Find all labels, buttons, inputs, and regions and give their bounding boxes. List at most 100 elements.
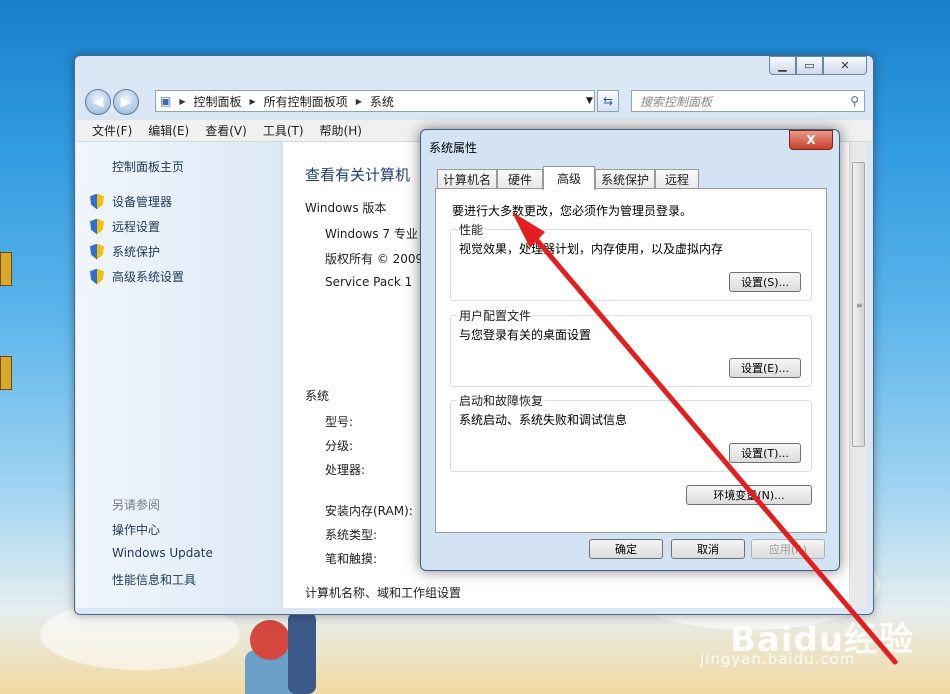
desktop-folder-icon[interactable] bbox=[0, 356, 12, 390]
wallpaper-figure-head bbox=[250, 620, 290, 660]
user-profiles-settings-button[interactable]: 设置(E)... bbox=[729, 358, 801, 378]
refresh-icon: ⇆ bbox=[602, 94, 614, 108]
forward-arrow-icon: ▶ bbox=[120, 94, 132, 110]
tab-computer-name[interactable]: 计算机名 bbox=[437, 169, 497, 189]
breadcrumb-separator-icon: ▶ bbox=[179, 96, 186, 106]
maximize-button[interactable]: ▭ bbox=[796, 56, 823, 75]
maximize-icon: ▭ bbox=[804, 59, 815, 72]
button-label: 设置(E)... bbox=[740, 362, 790, 375]
menu-file[interactable]: 文件(F) bbox=[92, 122, 132, 139]
desktop-folder-icon[interactable] bbox=[0, 252, 12, 286]
see-also-performance-info[interactable]: 性能信息和工具 bbox=[112, 571, 196, 588]
breadcrumb-item[interactable]: 系统 bbox=[370, 93, 394, 110]
system-properties-dialog: 系统属性 X 计算机名 硬件 高级 系统保护 远程 要进行大多数更改，您必须作为… bbox=[420, 129, 840, 571]
processor-label: 处理器: bbox=[325, 463, 366, 477]
task-system-protection[interactable]: 系统保护 bbox=[90, 243, 160, 260]
copyright-value: 版权所有 © 2009 bbox=[325, 252, 424, 266]
startup-recovery-settings-button[interactable]: 设置(T)... bbox=[729, 443, 801, 463]
service-pack-value: Service Pack 1 bbox=[325, 275, 413, 289]
navigation-bar: ◀ ▶ ▣ ▶ 控制面板 ▶ 所有控制面板项 ▶ 系统 ▼ ⇆ 搜索控制面板 ⚲ bbox=[83, 88, 865, 115]
control-panel-icon: ▣ bbox=[160, 94, 172, 108]
close-icon: ✕ bbox=[840, 59, 850, 72]
task-label: 系统保护 bbox=[112, 245, 161, 259]
watermark-url: jingyan.baidu.com bbox=[700, 650, 856, 668]
uac-shield-icon bbox=[90, 268, 104, 285]
performance-settings-button[interactable]: 设置(S)... bbox=[729, 272, 801, 292]
tab-advanced[interactable]: 高级 bbox=[543, 166, 595, 190]
scrollbar-thumb[interactable]: ≡ bbox=[852, 162, 865, 447]
minimize-button[interactable]: ▁ bbox=[769, 56, 796, 75]
window-caption-buttons: ▁ ▭ ✕ bbox=[769, 56, 867, 75]
button-label: 设置(S)... bbox=[740, 276, 790, 289]
see-also-windows-update[interactable]: Windows Update bbox=[112, 546, 213, 560]
edition-value: Windows 7 专业 bbox=[325, 227, 418, 241]
search-icon[interactable]: ⚲ bbox=[850, 94, 859, 108]
admin-note: 要进行大多数更改，您必须作为管理员登录。 bbox=[452, 204, 693, 218]
see-also-header: 另请参阅 bbox=[112, 498, 161, 512]
tab-hardware[interactable]: 硬件 bbox=[497, 169, 543, 189]
breadcrumb-item[interactable]: 所有控制面板项 bbox=[264, 93, 348, 110]
group-label: 性能 bbox=[457, 221, 486, 238]
tab-label: 高级 bbox=[556, 172, 581, 186]
button-label: 环境变量(N)... bbox=[713, 489, 785, 502]
control-panel-home-link[interactable]: 控制面板主页 bbox=[112, 158, 184, 175]
scroll-grip-icon: ≡ bbox=[856, 301, 863, 310]
breadcrumb-separator-icon: ▶ bbox=[249, 96, 256, 106]
address-bar[interactable]: ▣ ▶ 控制面板 ▶ 所有控制面板项 ▶ 系统 ▼ bbox=[155, 90, 595, 112]
group-description: 系统启动、系统失败和调试信息 bbox=[459, 413, 628, 427]
left-task-pane: 控制面板主页 设备管理器 远程设置 系统保护 高级系统设置 另请参阅 操作中心 … bbox=[76, 142, 282, 608]
button-label: 确定 bbox=[615, 543, 637, 556]
button-label: 设置(T)... bbox=[741, 447, 789, 460]
environment-variables-button[interactable]: 环境变量(N)... bbox=[686, 485, 812, 505]
uac-shield-icon bbox=[90, 193, 104, 210]
uac-shield-icon bbox=[90, 243, 104, 260]
button-label: 取消 bbox=[697, 543, 719, 556]
group-label: 用户配置文件 bbox=[457, 307, 534, 324]
task-advanced-system-settings[interactable]: 高级系统设置 bbox=[90, 268, 184, 285]
menu-view[interactable]: 查看(V) bbox=[205, 122, 247, 139]
page-title: 查看有关计算机 bbox=[305, 166, 411, 184]
see-also-action-center[interactable]: 操作中心 bbox=[112, 521, 160, 538]
dialog-close-button[interactable]: X bbox=[789, 130, 833, 150]
group-label: 启动和故障恢复 bbox=[457, 392, 546, 409]
search-input[interactable]: 搜索控制面板 ⚲ bbox=[631, 90, 865, 112]
system-header: 系统 bbox=[305, 389, 330, 403]
wallpaper-figure bbox=[288, 612, 316, 694]
button-label: 应用(A) bbox=[768, 543, 808, 556]
task-label: 远程设置 bbox=[112, 220, 161, 234]
edition-header: Windows 版本 bbox=[305, 201, 387, 215]
tab-label: 硬件 bbox=[507, 173, 532, 187]
task-device-manager[interactable]: 设备管理器 bbox=[90, 193, 172, 210]
performance-group: 性能 视觉效果，处理器计划，内存使用，以及虚拟内存 设置(S)... bbox=[450, 221, 812, 301]
advanced-tab-panel: 要进行大多数更改，您必须作为管理员登录。 性能 视觉效果，处理器计划，内存使用，… bbox=[435, 188, 827, 533]
breadcrumb-item[interactable]: 控制面板 bbox=[194, 93, 242, 110]
cancel-button[interactable]: 取消 bbox=[671, 539, 745, 559]
model-label: 型号: bbox=[325, 415, 354, 429]
menu-tools[interactable]: 工具(T) bbox=[263, 122, 304, 139]
tab-system-protection[interactable]: 系统保护 bbox=[595, 169, 655, 189]
ram-label: 安装内存(RAM): bbox=[325, 504, 413, 518]
task-remote-settings[interactable]: 远程设置 bbox=[90, 218, 160, 235]
apply-button[interactable]: 应用(A) bbox=[751, 539, 825, 559]
tab-remote[interactable]: 远程 bbox=[655, 169, 699, 189]
rating-label: 分级: bbox=[325, 439, 354, 453]
forward-button[interactable]: ▶ bbox=[113, 89, 139, 115]
close-button[interactable]: ✕ bbox=[823, 56, 867, 75]
tab-label: 计算机名 bbox=[442, 173, 491, 187]
refresh-button[interactable]: ⇆ bbox=[597, 90, 619, 112]
menu-help[interactable]: 帮助(H) bbox=[320, 122, 362, 139]
group-description: 视觉效果，处理器计划，内存使用，以及虚拟内存 bbox=[459, 242, 724, 256]
menu-edit[interactable]: 编辑(E) bbox=[148, 122, 189, 139]
pen-touch-label: 笔和触摸: bbox=[325, 552, 378, 566]
dialog-title: 系统属性 bbox=[429, 141, 478, 155]
task-label: 设备管理器 bbox=[112, 195, 173, 209]
task-label: 高级系统设置 bbox=[112, 270, 185, 284]
tab-label: 系统保护 bbox=[600, 173, 649, 187]
back-button[interactable]: ◀ bbox=[85, 89, 111, 115]
uac-shield-icon bbox=[90, 218, 104, 235]
address-dropdown-icon[interactable]: ▼ bbox=[586, 96, 593, 106]
ok-button[interactable]: 确定 bbox=[589, 539, 663, 559]
user-profiles-group: 用户配置文件 与您登录有关的桌面设置 设置(E)... bbox=[450, 307, 812, 387]
breadcrumb-separator-icon: ▶ bbox=[355, 96, 362, 106]
vertical-scrollbar[interactable]: ≡ bbox=[849, 142, 867, 608]
